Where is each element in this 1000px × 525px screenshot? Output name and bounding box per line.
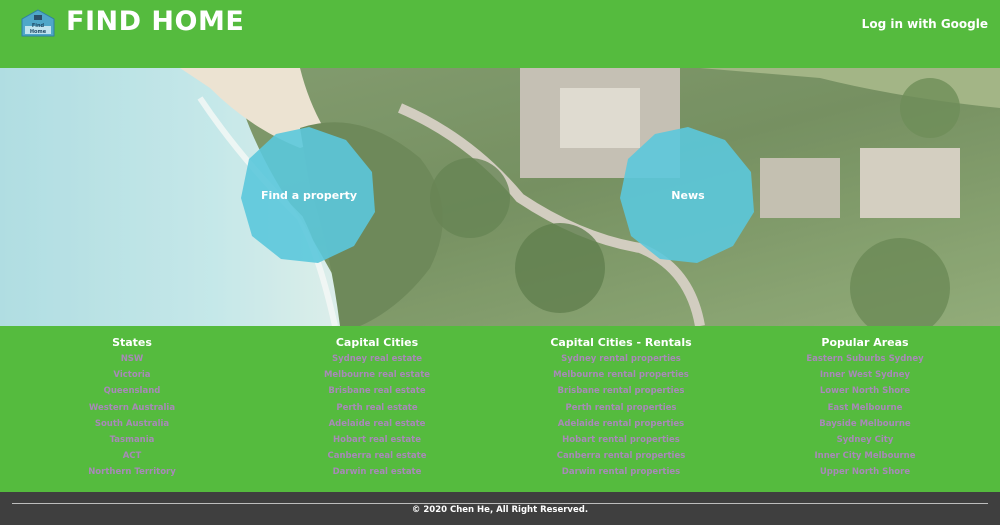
link-item[interactable]: ACT (17, 448, 247, 464)
link-item[interactable]: Perth real estate (262, 400, 492, 416)
page-footer: © 2020 Chen He, All Right Reserved. (0, 492, 1000, 525)
news-button[interactable]: News (619, 126, 757, 264)
link-item[interactable]: Adelaide real estate (262, 416, 492, 432)
link-item[interactable]: Inner West Sydney (750, 367, 980, 383)
link-item[interactable]: Canberra real estate (262, 448, 492, 464)
link-item[interactable]: Western Australia (17, 400, 247, 416)
column-title: Popular Areas (821, 336, 909, 349)
link-item[interactable]: Brisbane real estate (262, 383, 492, 399)
link-item[interactable]: Canberra rental properties (506, 448, 736, 464)
link-item[interactable]: Sydney City (750, 432, 980, 448)
column-title: Capital Cities - Rentals (550, 336, 692, 349)
link-item[interactable]: Northern Territory (17, 464, 247, 480)
link-item[interactable]: South Australia (17, 416, 247, 432)
link-item[interactable]: Victoria (17, 367, 247, 383)
link-item[interactable]: Hobart rental properties (506, 432, 736, 448)
link-item[interactable]: Queensland (17, 383, 247, 399)
footer-links-section: States NSW Victoria Queensland Western A… (0, 326, 1000, 492)
copyright-text: © 2020 Chen He, All Right Reserved. (411, 505, 589, 515)
link-item[interactable]: Adelaide rental properties (506, 416, 736, 432)
states-column: States NSW Victoria Queensland Western A… (17, 336, 247, 481)
link-item[interactable]: Darwin rental properties (506, 464, 736, 480)
column-title: Capital Cities (335, 336, 419, 349)
popular-areas-column: Popular Areas Eastern Suburbs Sydney Inn… (750, 336, 980, 481)
link-item[interactable]: Melbourne real estate (262, 367, 492, 383)
link-item[interactable]: Inner City Melbourne (750, 448, 980, 464)
find-property-label: Find a property (260, 188, 358, 202)
hero-overlay (0, 68, 1000, 326)
link-item[interactable]: Melbourne rental properties (506, 367, 736, 383)
brand-title[interactable]: FIND HOME (66, 6, 244, 37)
link-item[interactable]: Sydney rental properties (506, 351, 736, 367)
news-label: News (671, 188, 705, 202)
capital-cities-column: Capital Cities Sydney real estate Melbou… (262, 336, 492, 481)
link-item[interactable]: East Melbourne (750, 400, 980, 416)
rentals-column: Capital Cities - Rentals Sydney rental p… (506, 336, 736, 481)
link-item[interactable]: Brisbane rental properties (506, 383, 736, 399)
link-item[interactable]: Sydney real estate (262, 351, 492, 367)
link-item[interactable]: Lower North Shore (750, 383, 980, 399)
site-header: Find Home FIND HOME Log in with Google (0, 0, 1000, 68)
login-google-link[interactable]: Log in with Google (862, 17, 988, 31)
link-item[interactable]: Perth rental properties (506, 400, 736, 416)
find-property-button[interactable]: Find a property (240, 126, 378, 264)
link-item[interactable]: Tasmania (17, 432, 247, 448)
footer-divider (12, 503, 988, 504)
column-title: States (112, 336, 152, 349)
link-item[interactable]: Hobart real estate (262, 432, 492, 448)
link-item[interactable]: Bayside Melbourne (750, 416, 980, 432)
link-item[interactable]: Eastern Suburbs Sydney (750, 351, 980, 367)
link-item[interactable]: Darwin real estate (262, 464, 492, 480)
logo-text: Find Home (29, 23, 47, 35)
hero-banner: Find a property News (0, 68, 1000, 326)
link-item[interactable]: Upper North Shore (750, 464, 980, 480)
link-item[interactable]: NSW (17, 351, 247, 367)
